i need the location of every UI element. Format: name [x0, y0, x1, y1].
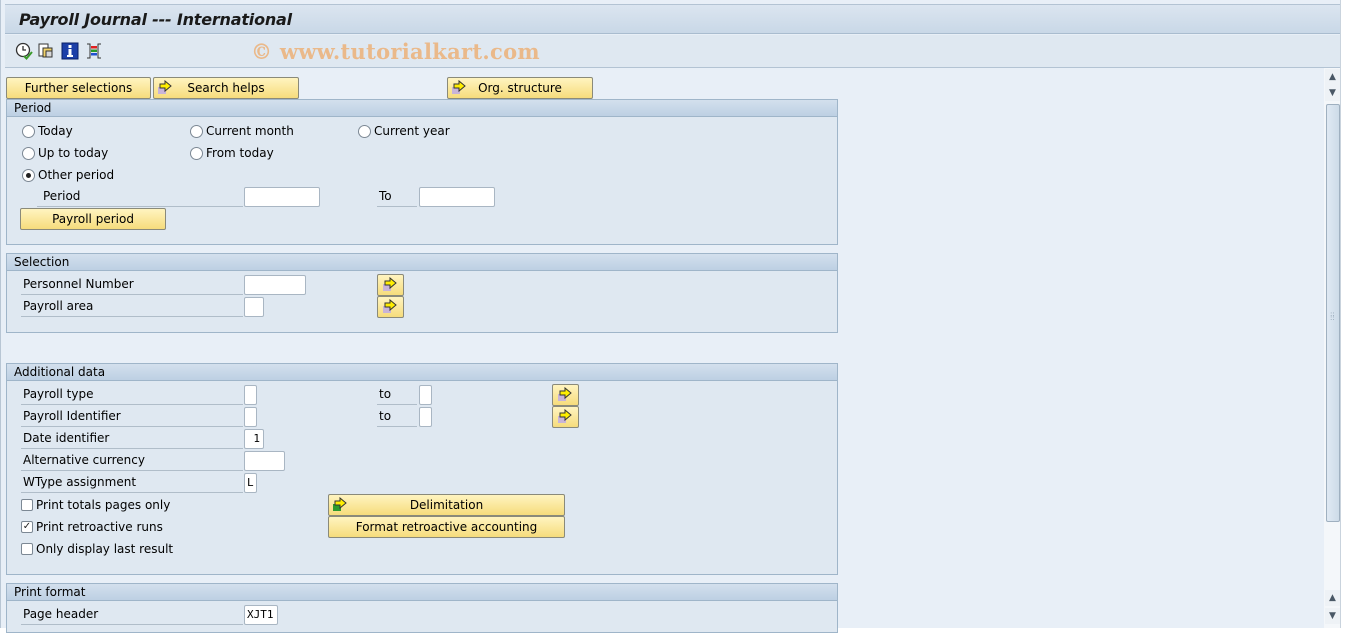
radio-current-year-label: Current year	[374, 124, 450, 138]
radio-current-month-label: Current month	[206, 124, 294, 138]
delimitation-button[interactable]: Delimitation	[328, 494, 565, 516]
application-toolbar: © www.tutorialkart.com	[5, 35, 1341, 68]
payroll-identifier-from-input[interactable]	[244, 407, 257, 427]
scroll-down-icon[interactable]: ▼	[1325, 85, 1340, 101]
radio-other-period[interactable]: Other period	[22, 167, 114, 183]
print-retroactive-runs-label: Print retroactive runs	[36, 520, 163, 534]
execute-clock-icon[interactable]	[15, 42, 33, 60]
radio-other-period-label: Other period	[38, 168, 115, 182]
page-header-label: Page header	[21, 605, 243, 625]
period-group-header: Period	[7, 100, 837, 117]
checkbox-box	[21, 543, 33, 555]
payroll-period-label: Payroll period	[52, 212, 134, 226]
personnel-number-multiple-selection-button[interactable]	[377, 274, 404, 296]
checkmark-icon: ✓	[21, 521, 33, 533]
print-format-group-header: Print format	[7, 584, 837, 601]
search-helps-button[interactable]: Search helps	[153, 77, 299, 99]
search-helps-label: Search helps	[187, 81, 265, 95]
only-display-last-result-checkbox[interactable]: Only display last result	[21, 541, 173, 557]
payroll-identifier-to-input[interactable]	[419, 407, 432, 427]
payroll-type-to-label: to	[377, 385, 417, 405]
wtype-assignment-label: WType assignment	[21, 473, 243, 493]
payroll-type-to-input[interactable]	[419, 385, 432, 405]
selection-group-header: Selection	[7, 254, 837, 271]
window-title: Payroll Journal --- International	[19, 10, 292, 29]
payroll-identifier-label: Payroll Identifier	[21, 407, 243, 427]
arrow-right-icon	[452, 80, 466, 94]
payroll-type-from-input[interactable]	[244, 385, 257, 405]
watermark: © www.tutorialkart.com	[251, 39, 540, 64]
grip-icon: :: ::	[1330, 310, 1335, 322]
org-structure-button[interactable]: Org. structure	[447, 77, 593, 99]
scroll-thumb[interactable]: :: ::	[1326, 104, 1340, 522]
print-totals-label: Print totals pages only	[36, 498, 171, 512]
arrow-right-icon	[558, 409, 572, 423]
format-retroactive-accounting-button[interactable]: Format retroactive accounting	[328, 516, 565, 538]
wtype-assignment-input[interactable]: L	[244, 473, 257, 493]
date-identifier-label: Date identifier	[21, 429, 243, 449]
alternative-currency-input[interactable]	[244, 451, 285, 471]
radio-up-to-today[interactable]: Up to today	[22, 145, 108, 161]
personnel-number-input[interactable]	[244, 275, 306, 295]
radio-from-today-label: From today	[206, 146, 274, 160]
period-label: Period	[37, 187, 243, 207]
arrow-right-icon	[558, 387, 572, 401]
radio-from-today[interactable]: From today	[190, 145, 274, 161]
page-down-icon[interactable]: ▼	[1325, 608, 1340, 624]
further-selections-label: Further selections	[24, 81, 133, 95]
vertical-scrollbar[interactable]: ▲ ▼ :: :: ▲ ▼	[1324, 68, 1341, 628]
sap-window: Payroll Journal --- International © www.…	[0, 0, 1341, 633]
date-identifier-input[interactable]: 1	[244, 429, 264, 449]
radio-current-year[interactable]: Current year	[358, 123, 450, 139]
payroll-type-label: Payroll type	[21, 385, 243, 405]
print-retroactive-runs-checkbox[interactable]: ✓ Print retroactive runs	[21, 519, 163, 535]
payroll-type-multiple-selection-button[interactable]	[552, 384, 579, 406]
payroll-area-input[interactable]	[244, 297, 264, 317]
alternative-currency-label: Alternative currency	[21, 451, 243, 471]
radio-today[interactable]: Today	[22, 123, 73, 139]
org-structure-label: Org. structure	[478, 81, 562, 95]
title-bar: Payroll Journal --- International	[5, 4, 1341, 34]
window-edge	[1340, 0, 1354, 628]
delimitation-label: Delimitation	[409, 498, 484, 512]
personnel-number-label: Personnel Number	[21, 275, 243, 295]
arrow-right-icon	[158, 80, 172, 94]
page-up-icon[interactable]: ▲	[1325, 590, 1340, 606]
period-from-input[interactable]	[244, 187, 320, 207]
payroll-identifier-to-label: to	[377, 407, 417, 427]
period-to-label: To	[377, 187, 417, 207]
print-totals-checkbox[interactable]: Print totals pages only	[21, 497, 170, 513]
info-icon[interactable]	[61, 42, 79, 60]
radio-current-month[interactable]: Current month	[190, 123, 294, 139]
arrow-right-icon	[383, 299, 397, 313]
scroll-up-icon[interactable]: ▲	[1325, 69, 1340, 85]
arrow-right-icon	[383, 277, 397, 291]
payroll-area-label: Payroll area	[21, 297, 243, 317]
additional-data-group-header: Additional data	[7, 364, 837, 381]
checkbox-box	[21, 499, 33, 511]
format-retroactive-accounting-label: Format retroactive accounting	[355, 520, 538, 534]
radio-up-to-today-label: Up to today	[38, 146, 109, 160]
payroll-identifier-multiple-selection-button[interactable]	[552, 406, 579, 428]
arrow-right-green-icon	[333, 497, 347, 511]
page-header-input[interactable]: XJT1	[244, 605, 278, 625]
selection-screen-icon[interactable]	[85, 42, 103, 60]
payroll-area-multiple-selection-button[interactable]	[377, 296, 404, 318]
radio-today-label: Today	[38, 124, 73, 138]
period-to-input[interactable]	[419, 187, 495, 207]
payroll-period-button[interactable]: Payroll period	[20, 208, 166, 230]
further-selections-button[interactable]: Further selections	[6, 77, 151, 99]
only-display-last-result-label: Only display last result	[36, 542, 174, 556]
variants-icon[interactable]	[37, 42, 55, 60]
